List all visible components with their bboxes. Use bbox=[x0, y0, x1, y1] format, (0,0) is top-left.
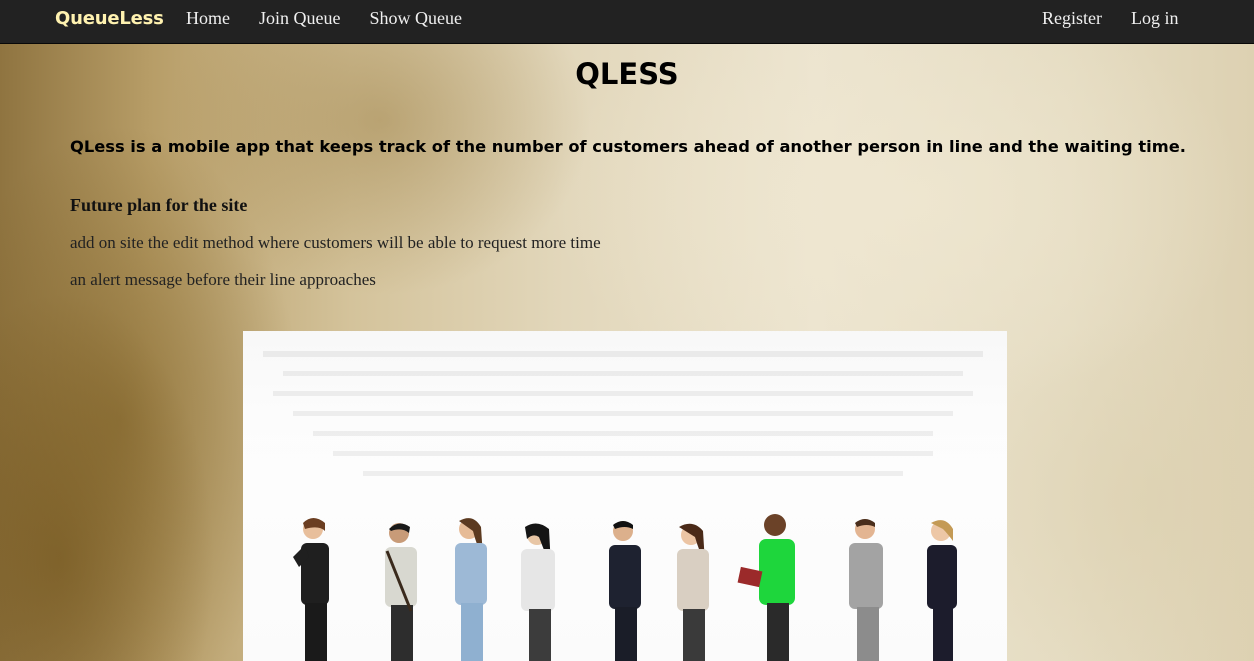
person-1 bbox=[293, 518, 329, 661]
person-5 bbox=[609, 521, 641, 661]
person-9 bbox=[927, 520, 957, 661]
queue-people-illustration bbox=[243, 331, 1007, 661]
person-6 bbox=[677, 523, 709, 661]
page-title: QLESS bbox=[575, 57, 679, 91]
app-description: QLess is a mobile app that keeps track o… bbox=[70, 137, 1186, 156]
future-plan-item-alert: an alert message before their line appro… bbox=[70, 270, 376, 289]
brand-link[interactable]: QueueLess bbox=[55, 8, 164, 29]
future-plan-item-edit: add on site the edit method where custom… bbox=[70, 233, 601, 252]
nav-join-queue-link[interactable]: Join Queue bbox=[259, 8, 340, 29]
nav-register-link[interactable]: Register bbox=[1042, 8, 1102, 29]
person-7 bbox=[737, 514, 795, 661]
nav-login-link[interactable]: Log in bbox=[1131, 8, 1179, 29]
person-2 bbox=[385, 523, 417, 661]
top-navbar: QueueLess Home Join Queue Show Queue Reg… bbox=[0, 0, 1254, 44]
person-8 bbox=[849, 519, 883, 661]
future-plan-heading: Future plan for the site bbox=[70, 195, 248, 215]
person-4 bbox=[521, 523, 555, 661]
queue-people-image bbox=[243, 331, 1007, 661]
nav-right-group: Register Log in bbox=[1042, 8, 1208, 29]
nav-show-queue-link[interactable]: Show Queue bbox=[369, 8, 462, 29]
nav-home-link[interactable]: Home bbox=[186, 8, 230, 29]
person-3 bbox=[455, 518, 487, 661]
nav-left-group: Home Join Queue Show Queue bbox=[186, 8, 491, 29]
